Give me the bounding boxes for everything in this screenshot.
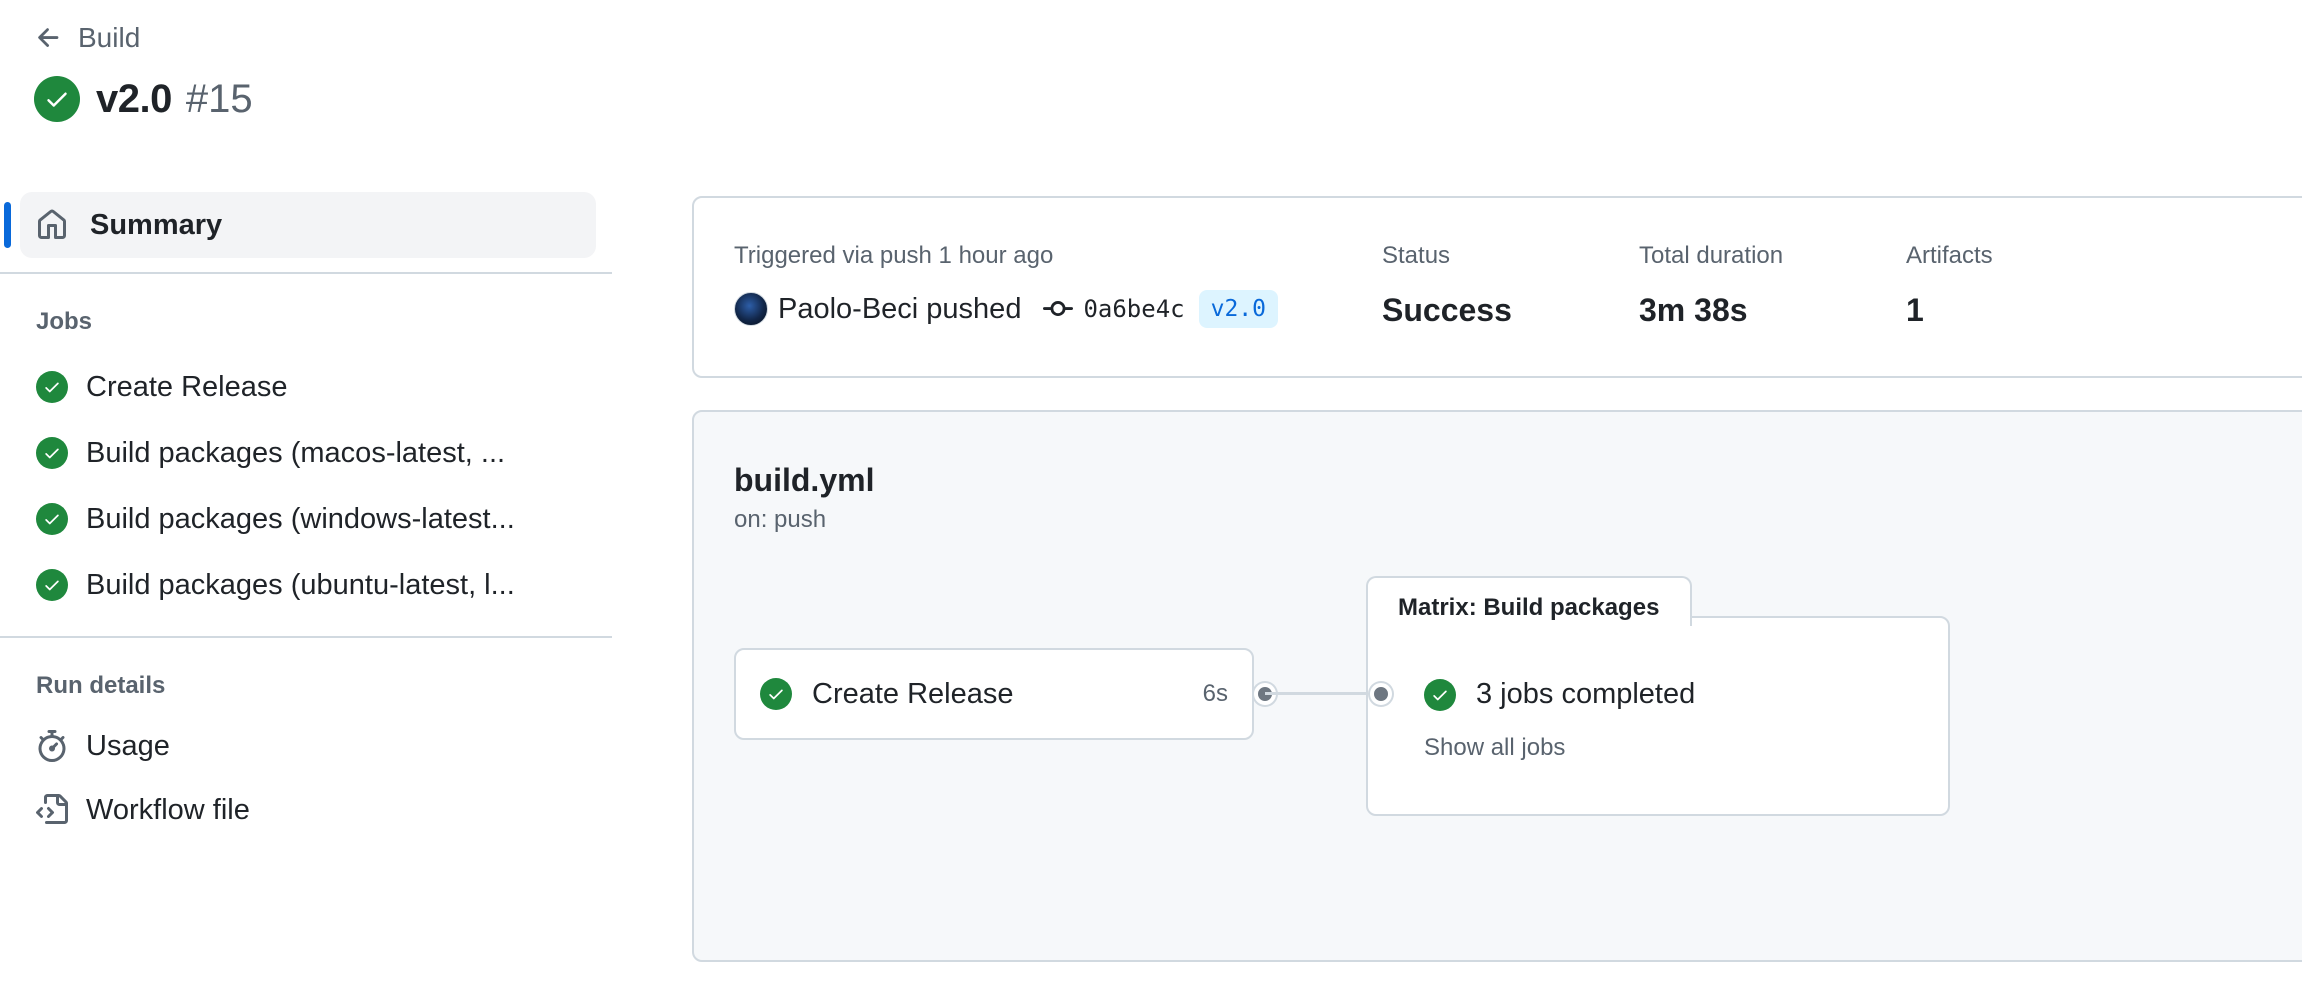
commit-sha-link[interactable]: 0a6be4c: [1083, 295, 1184, 323]
back-link-label: Build: [78, 22, 141, 53]
run-summary-card: Triggered via push 1 hour ago Paolo-Beci…: [692, 196, 2302, 378]
duration-stat: Total duration 3m 38s: [1639, 242, 1783, 329]
sidebar-item-job[interactable]: Build packages (ubuntu-latest, l...: [0, 552, 612, 618]
run-details-heading: Run details: [36, 672, 166, 699]
job-node-create-release[interactable]: Create Release 6s: [734, 648, 1254, 740]
show-all-jobs-button[interactable]: Show all jobs: [1424, 734, 1565, 762]
success-check-icon: [36, 371, 68, 403]
workflow-graph: build.yml on: push Create Release 6s Mat…: [692, 410, 2302, 962]
sidebar-item-job-label: Build packages (macos-latest, ...: [86, 436, 506, 469]
home-icon: [38, 209, 66, 239]
run-title: v2.0 #15: [34, 76, 253, 122]
matrix-status-row: 3 jobs completed: [1424, 678, 1695, 711]
pusher-text[interactable]: Paolo-Beci pushed: [778, 293, 1021, 326]
artifacts-label: Artifacts: [1906, 242, 1993, 269]
sidebar-item-job[interactable]: Build packages (windows-latest...: [0, 486, 612, 552]
sidebar-item-job[interactable]: Create Release: [0, 354, 612, 420]
jobs-heading: Jobs: [36, 308, 93, 335]
jobs-list: Create Release Build packages (macos-lat…: [0, 354, 612, 618]
trigger-row: Paolo-Beci pushed 0a6be4c v2.0: [734, 290, 1278, 328]
sidebar-divider: [0, 636, 612, 638]
stopwatch-icon: [38, 730, 66, 762]
status-label: Status: [1382, 242, 1451, 269]
workflow-file-name: build.yml: [734, 462, 875, 498]
sidebar-item-job-label: Build packages (windows-latest...: [86, 502, 515, 535]
duration-value: 3m 38s: [1639, 292, 1748, 328]
avatar[interactable]: [734, 292, 768, 326]
matrix-title: Matrix: Build packages: [1366, 576, 1692, 626]
sidebar-divider: [0, 272, 612, 274]
status-value: Success: [1382, 292, 1512, 328]
success-check-icon: [36, 437, 68, 469]
success-check-icon: [760, 678, 792, 710]
run-details-list: Usage Workflow file: [0, 714, 612, 842]
sidebar-item-job[interactable]: Build packages (macos-latest, ...: [0, 420, 612, 486]
run-number: #15: [185, 76, 253, 121]
status-stat: Status Success: [1382, 242, 1512, 329]
tag-badge[interactable]: v2.0: [1198, 290, 1278, 328]
file-code-icon: [36, 794, 68, 824]
success-check-icon: [34, 76, 80, 122]
sidebar-item-workflow-file-label: Workflow file: [86, 793, 250, 826]
sidebar-item-usage-label: Usage: [86, 729, 170, 762]
artifacts-stat: Artifacts 1: [1906, 242, 1993, 329]
artifacts-value[interactable]: 1: [1906, 292, 1993, 329]
sidebar-item-workflow-file[interactable]: Workflow file: [0, 778, 612, 842]
run-name: v2.0: [96, 76, 172, 121]
sidebar-item-summary-label: Summary: [90, 208, 223, 241]
back-link-build[interactable]: Build: [34, 22, 140, 54]
sidebar-item-summary[interactable]: Summary: [4, 192, 596, 258]
job-connector-line: [1265, 692, 1371, 695]
matrix-jobs-summary: 3 jobs completed: [1476, 678, 1696, 710]
sidebar-item-job-label: Create Release: [86, 370, 288, 403]
sidebar-item-job-label: Build packages (ubuntu-latest, l...: [86, 568, 515, 601]
success-check-icon: [36, 569, 68, 601]
duration-label: Total duration: [1639, 242, 1784, 269]
job-node-duration: 6s: [1202, 680, 1228, 707]
sidebar-item-usage[interactable]: Usage: [0, 714, 612, 778]
job-node-name: Create Release: [812, 677, 1014, 710]
git-commit-icon: [1043, 301, 1074, 317]
matrix-node-build-packages[interactable]: 3 jobs completed Show all jobs: [1366, 616, 1950, 816]
connector-dot: [1370, 683, 1392, 705]
trigger-label: Triggered via push 1 hour ago: [734, 242, 1054, 269]
workflow-trigger: on: push: [734, 506, 827, 533]
arrow-left-icon: [38, 28, 59, 47]
sidebar: Summary Jobs Create Release Build packag…: [0, 192, 612, 842]
success-check-icon: [36, 503, 68, 535]
success-check-icon: [1424, 678, 1456, 711]
